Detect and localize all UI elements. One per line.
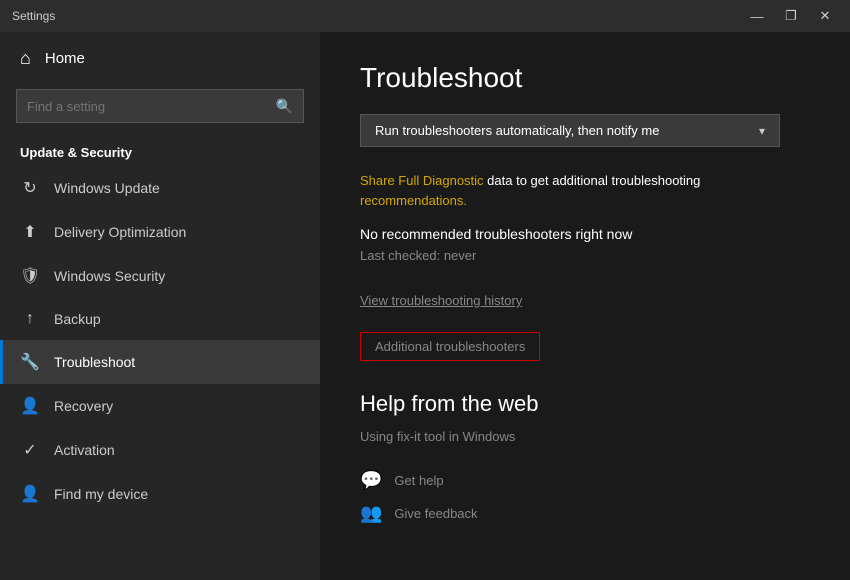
get-help-item[interactable]: 💬 Get help [360, 464, 810, 497]
diagnostic-link[interactable]: Share Full Diagnostic [360, 173, 484, 188]
section-title: Update & Security [0, 135, 320, 166]
chevron-down-icon: ▾ [759, 124, 765, 138]
close-button[interactable]: ✕ [812, 6, 838, 26]
maximize-button[interactable]: ❐ [778, 6, 804, 26]
search-box[interactable]: 🔍 [16, 89, 304, 123]
page-title: Troubleshoot [360, 62, 810, 94]
main-content: Troubleshoot Run troubleshooters automat… [320, 32, 850, 580]
sidebar-home-button[interactable]: ⌂ Home [0, 32, 320, 85]
sidebar-item-label: Recovery [54, 398, 113, 414]
no-recommended-text: No recommended troubleshooters right now [360, 226, 810, 242]
sidebar-item-label: Backup [54, 311, 101, 327]
help-description: Using fix-it tool in Windows [360, 429, 810, 444]
diagnostic-link-text: Share Full Diagnostic data to get additi… [360, 171, 810, 210]
search-icon: 🔍 [276, 98, 293, 115]
sidebar-item-find-my-device[interactable]: 👤 Find my device [0, 472, 320, 516]
diagnostic-rest: data to get additional troubleshooting [484, 173, 701, 188]
troubleshoot-icon: 🔧 [20, 352, 40, 372]
sidebar-item-label: Activation [54, 442, 115, 458]
windows-security-icon: 🛡 [20, 266, 40, 286]
title-bar: Settings — ❐ ✕ [0, 0, 850, 32]
delivery-optimization-icon: ⬆ [20, 222, 40, 242]
get-help-label: Get help [394, 473, 443, 488]
find-my-device-icon: 👤 [20, 484, 40, 504]
home-label: Home [45, 50, 85, 67]
sidebar-item-label: Find my device [54, 486, 148, 502]
sidebar-item-recovery[interactable]: 👤 Recovery [0, 384, 320, 428]
additional-troubleshooters-link[interactable]: Additional troubleshooters [360, 332, 540, 361]
sidebar-item-label: Delivery Optimization [54, 224, 186, 240]
sidebar-item-label: Windows Update [54, 180, 160, 196]
sidebar-item-label: Troubleshoot [54, 354, 135, 370]
minimize-button[interactable]: — [744, 6, 770, 26]
troubleshooter-mode-dropdown[interactable]: Run troubleshooters automatically, then … [360, 114, 780, 147]
sidebar-item-backup[interactable]: ↑ Backup [0, 298, 320, 340]
sidebar-item-windows-update[interactable]: ↻ Windows Update [0, 166, 320, 210]
search-input[interactable] [27, 99, 276, 114]
view-history-link[interactable]: View troubleshooting history [360, 293, 810, 308]
backup-icon: ↑ [20, 310, 40, 328]
last-checked-text: Last checked: never [360, 248, 810, 263]
sidebar-item-windows-security[interactable]: 🛡 Windows Security [0, 254, 320, 298]
give-feedback-label: Give feedback [394, 506, 477, 521]
dropdown-label: Run troubleshooters automatically, then … [375, 123, 659, 138]
sidebar-item-troubleshoot[interactable]: 🔧 Troubleshoot [0, 340, 320, 384]
give-feedback-item[interactable]: 👥 Give feedback [360, 497, 810, 530]
recommendations-link[interactable]: recommendations. [360, 193, 467, 208]
app-title: Settings [12, 9, 744, 23]
recovery-icon: 👤 [20, 396, 40, 416]
sidebar-item-label: Windows Security [54, 268, 165, 284]
activation-icon: ✓ [20, 440, 40, 460]
give-feedback-icon: 👥 [360, 503, 382, 524]
help-section-title: Help from the web [360, 391, 810, 417]
get-help-icon: 💬 [360, 470, 382, 491]
windows-update-icon: ↻ [20, 178, 40, 198]
sidebar-item-delivery-optimization[interactable]: ⬆ Delivery Optimization [0, 210, 320, 254]
sidebar: ⌂ Home 🔍 Update & Security ↻ Windows Upd… [0, 32, 320, 580]
window-controls: — ❐ ✕ [744, 6, 838, 26]
sidebar-item-activation[interactable]: ✓ Activation [0, 428, 320, 472]
app-body: ⌂ Home 🔍 Update & Security ↻ Windows Upd… [0, 32, 850, 580]
home-icon: ⌂ [20, 48, 31, 69]
